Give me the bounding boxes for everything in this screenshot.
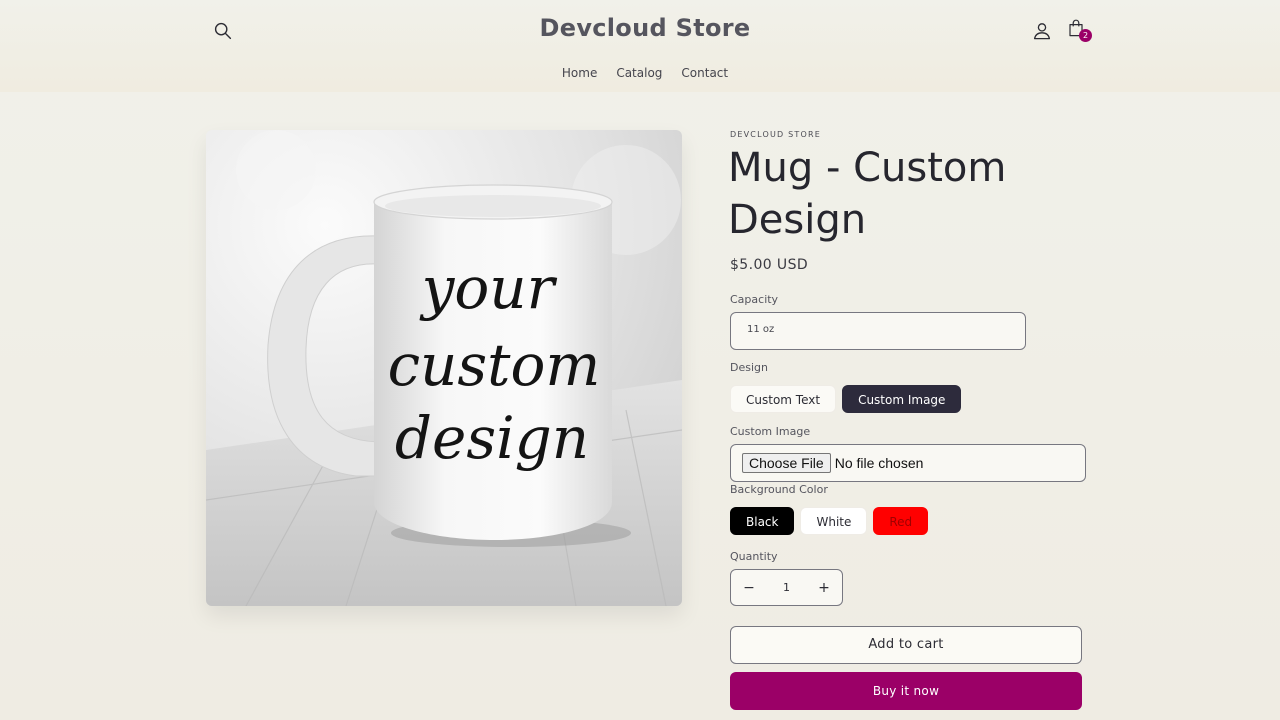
main-nav: Home Catalog Contact: [0, 66, 1280, 80]
account-icon: [1033, 23, 1051, 40]
buy-now-button[interactable]: Buy it now: [730, 672, 1082, 710]
custom-image-file-input[interactable]: Choose File No file chosen: [730, 444, 1086, 482]
nav-catalog[interactable]: Catalog: [616, 66, 662, 80]
quantity-increase-button[interactable]: +: [806, 570, 842, 605]
design-option-custom-image[interactable]: Custom Image: [842, 385, 962, 413]
color-option-white[interactable]: White: [800, 507, 868, 535]
quantity-decrease-button[interactable]: −: [731, 570, 767, 605]
nav-home[interactable]: Home: [562, 66, 597, 80]
product-vendor: DEVCLOUD STORE: [730, 130, 821, 139]
design-label: Design: [730, 361, 768, 374]
mug-text-line-2: custom: [388, 331, 601, 399]
file-status: No file chosen: [834, 455, 924, 471]
capacity-select[interactable]: 11 oz: [730, 312, 1026, 350]
capacity-label: Capacity: [730, 293, 779, 306]
design-option-custom-text[interactable]: Custom Text: [730, 385, 837, 413]
color-option-black[interactable]: Black: [730, 507, 795, 535]
quantity-label: Quantity: [730, 550, 778, 563]
add-to-cart-button[interactable]: Add to cart: [730, 626, 1082, 664]
color-option-red[interactable]: Red: [873, 507, 929, 535]
background-color-options: Black White Red: [730, 507, 929, 535]
background-color-label: Background Color: [730, 483, 828, 496]
product-image[interactable]: your custom design: [206, 130, 682, 606]
capacity-value: 11 oz: [747, 324, 775, 335]
custom-image-label: Custom Image: [730, 425, 811, 438]
site-header: Devcloud Store 2 Home Catalog Contact: [0, 0, 1280, 92]
quantity-value[interactable]: 1: [783, 581, 790, 594]
account-button[interactable]: [1030, 19, 1054, 43]
design-options: Custom Text Custom Image: [730, 385, 962, 413]
cart-count-badge: 2: [1079, 29, 1092, 42]
cart-button[interactable]: 2: [1066, 17, 1092, 43]
quantity-stepper: − 1 +: [730, 569, 843, 606]
product-title: Mug - Custom Design: [728, 145, 1007, 243]
nav-contact[interactable]: Contact: [681, 66, 728, 80]
choose-file-button[interactable]: Choose File: [742, 453, 831, 473]
product-price: $5.00 USD: [730, 257, 809, 273]
mug-text-line-3: design: [395, 404, 589, 472]
mug-text-line-1: your: [419, 254, 558, 322]
